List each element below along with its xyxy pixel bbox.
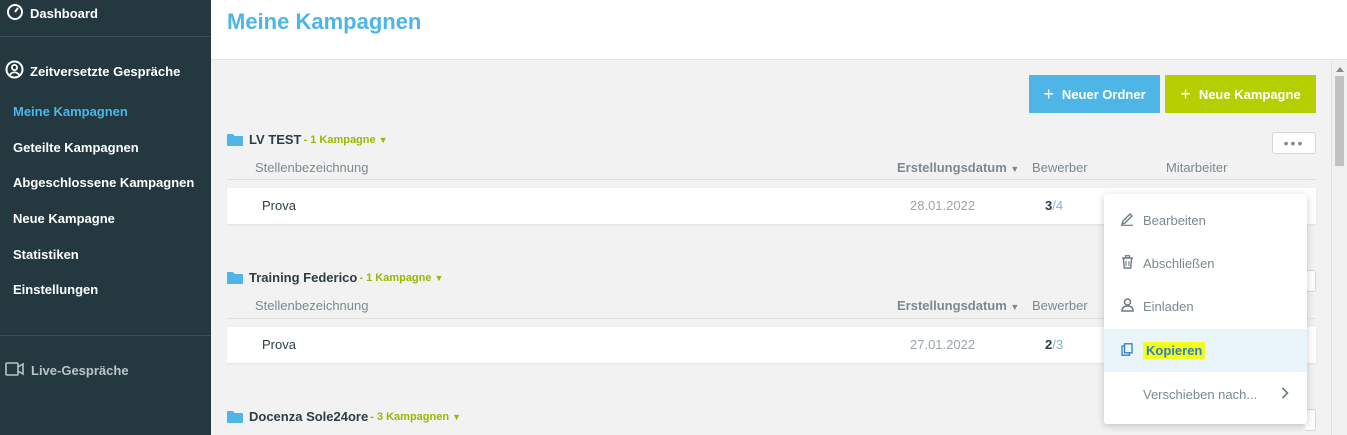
chevron-right-icon bbox=[1281, 387, 1289, 402]
folder-icon bbox=[227, 133, 243, 146]
column-header-label: Erstellungsdatum bbox=[897, 298, 1007, 313]
plus-icon: + bbox=[1043, 83, 1054, 104]
column-header-applicants: Bewerber bbox=[1032, 160, 1088, 175]
sidebar-item-meine-kampagnen[interactable]: Meine Kampagnen bbox=[13, 102, 128, 120]
menu-item-label: Abschließen bbox=[1143, 256, 1215, 271]
campaign-name: Prova bbox=[262, 337, 296, 352]
header-divider bbox=[227, 179, 1316, 180]
menu-item-label: Einladen bbox=[1143, 299, 1194, 314]
sort-down-icon: ▼ bbox=[1010, 164, 1020, 174]
dashboard-gauge-icon bbox=[6, 3, 24, 24]
sidebar-item-label: Live-Gespräche bbox=[31, 362, 129, 378]
menu-item-move[interactable]: Verschieben nach... bbox=[1104, 373, 1307, 416]
applicants-total: /4 bbox=[1052, 198, 1064, 213]
ellipsis-icon: ••• bbox=[1283, 135, 1305, 151]
menu-item-label: Kopieren bbox=[1143, 342, 1206, 359]
page-header: Meine Kampagnen bbox=[211, 0, 1347, 60]
new-folder-button[interactable]: + Neuer Ordner bbox=[1029, 75, 1160, 113]
folder-header[interactable]: Training Federico - 1 Kampagne ▼ bbox=[227, 270, 443, 285]
sidebar: Dashboard Zeitversetzte Gespräche Meine … bbox=[0, 0, 211, 435]
menu-item-label: Bearbeiten bbox=[1143, 213, 1206, 228]
folder-count: - 1 Kampagne bbox=[303, 133, 376, 146]
folder-count: - 1 Kampagne bbox=[359, 271, 432, 284]
button-label: Neuer Ordner bbox=[1061, 86, 1146, 102]
menu-item-edit[interactable]: Bearbeiten bbox=[1104, 199, 1307, 242]
folder-name: Docenza Sole24ore bbox=[249, 409, 369, 424]
plus-icon: + bbox=[1180, 83, 1191, 104]
scroll-up-arrow-icon[interactable] bbox=[1336, 67, 1344, 72]
sidebar-item-label: Dashboard bbox=[30, 5, 98, 21]
sidebar-item-statistiken[interactable]: Statistiken bbox=[13, 245, 79, 263]
chevron-down-icon[interactable]: ▼ bbox=[379, 135, 388, 145]
sidebar-item-live[interactable]: Live-Gespräche bbox=[5, 360, 129, 380]
folder-more-button[interactable]: ••• bbox=[1272, 132, 1316, 154]
scroll-thumb[interactable] bbox=[1335, 76, 1344, 166]
new-campaign-button[interactable]: + Neue Kampagne bbox=[1165, 75, 1316, 113]
sidebar-item-label: Geteilte Kampagnen bbox=[13, 139, 139, 155]
column-header-date[interactable]: Erstellungsdatum ▼ bbox=[897, 160, 1019, 175]
menu-item-invite[interactable]: Einladen bbox=[1104, 285, 1307, 328]
sidebar-item-label: Neue Kampagne bbox=[13, 210, 115, 226]
user-icon bbox=[1119, 298, 1135, 315]
sidebar-divider bbox=[0, 36, 211, 37]
sidebar-item-label: Abgeschlossene Kampagnen bbox=[13, 174, 195, 190]
sidebar-divider bbox=[0, 335, 211, 336]
trash-icon bbox=[1119, 255, 1135, 272]
column-header-label: Erstellungsdatum bbox=[897, 160, 1007, 175]
column-header-staff: Mitarbeiter bbox=[1166, 160, 1228, 175]
column-header-title: Stellenbezeichnung bbox=[255, 160, 369, 175]
copy-icon bbox=[1119, 342, 1135, 359]
applicants-total: /3 bbox=[1052, 337, 1064, 352]
folder-header[interactable]: LV TEST - 1 Kampagne ▼ bbox=[227, 132, 388, 147]
column-header-date[interactable]: Erstellungsdatum ▼ bbox=[897, 298, 1019, 313]
folder-header[interactable]: Docenza Sole24ore - 3 Kampagnen ▼ bbox=[227, 409, 461, 424]
campaign-date: 28.01.2022 bbox=[910, 198, 976, 213]
folder-context-menu: Bearbeiten Abschließen Einladen Kopieren… bbox=[1104, 194, 1307, 424]
sidebar-item-geteilte-kampagnen[interactable]: Geteilte Kampagnen bbox=[13, 138, 139, 156]
pencil-icon bbox=[1119, 212, 1135, 229]
sidebar-item-dashboard[interactable]: Dashboard bbox=[6, 3, 98, 23]
folder-icon bbox=[227, 271, 243, 284]
chevron-down-icon[interactable]: ▼ bbox=[452, 412, 461, 422]
menu-item-close[interactable]: Abschließen bbox=[1104, 242, 1307, 285]
vertical-scrollbar[interactable] bbox=[1331, 61, 1347, 435]
applicant-count: 2/3 bbox=[1045, 337, 1063, 352]
sidebar-item-label: Einstellungen bbox=[13, 281, 99, 297]
sidebar-item-neue-kampagne[interactable]: Neue Kampagne bbox=[13, 209, 115, 227]
sidebar-item-label: Meine Kampagnen bbox=[13, 103, 128, 119]
sidebar-item-label: Statistiken bbox=[13, 246, 79, 262]
column-header-title: Stellenbezeichnung bbox=[255, 298, 369, 313]
sidebar-section-label: Zeitversetzte Gespräche bbox=[30, 63, 181, 79]
campaign-name: Prova bbox=[262, 198, 296, 213]
button-label: Neue Kampagne bbox=[1198, 86, 1301, 102]
sort-down-icon: ▼ bbox=[1010, 302, 1020, 312]
applicant-count: 3/4 bbox=[1045, 198, 1063, 213]
sidebar-item-einstellungen[interactable]: Einstellungen bbox=[13, 280, 98, 298]
menu-item-label: Verschieben nach... bbox=[1143, 387, 1258, 402]
sidebar-section-zeitversetzte[interactable]: Zeitversetzte Gespräche bbox=[5, 60, 180, 82]
menu-item-copy[interactable]: Kopieren bbox=[1104, 329, 1307, 372]
video-camera-icon bbox=[5, 361, 25, 379]
chevron-down-icon[interactable]: ▼ bbox=[435, 273, 444, 283]
folder-count: - 3 Kampagnen bbox=[370, 410, 450, 423]
page-title: Meine Kampagnen bbox=[227, 9, 422, 34]
folder-name: Training Federico bbox=[249, 270, 358, 285]
sidebar-item-abgeschlossene-kampagnen[interactable]: Abgeschlossene Kampagnen bbox=[13, 173, 194, 191]
folder-icon bbox=[227, 410, 243, 423]
campaign-date: 27.01.2022 bbox=[910, 337, 976, 352]
folder-name: LV TEST bbox=[249, 132, 302, 147]
column-header-applicants: Bewerber bbox=[1032, 298, 1088, 313]
user-circle-icon bbox=[5, 60, 24, 82]
